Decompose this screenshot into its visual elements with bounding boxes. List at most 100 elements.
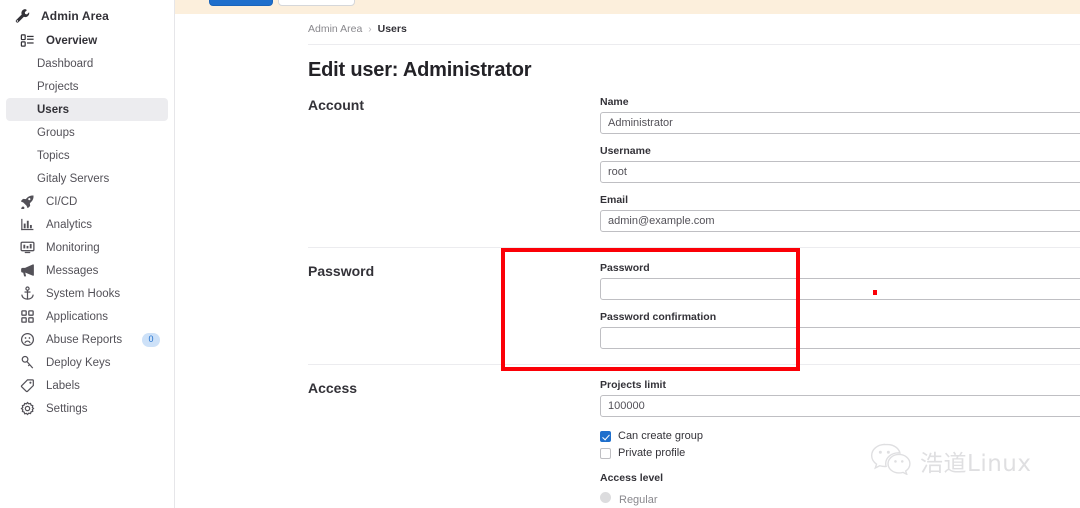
can-create-group-label: Can create group [618, 430, 703, 442]
primary-action-button[interactable] [209, 0, 273, 6]
access-level-regular-row[interactable]: Regular Regular users have access to the… [600, 490, 1080, 508]
key-icon [20, 355, 35, 370]
breadcrumb: Admin Area › Users [308, 14, 1080, 44]
sidebar-item-label: Projects [37, 80, 79, 93]
username-field-group: Username [600, 145, 1080, 183]
sidebar-item-label: Messages [46, 264, 99, 277]
wrench-icon [14, 8, 30, 24]
sidebar-item-users[interactable]: Users [6, 98, 168, 121]
overview-icon [20, 33, 35, 48]
sidebar-item-system-hooks[interactable]: System Hooks [6, 282, 168, 305]
admin-sidebar: Admin Area Overview Dashboard Projects U… [0, 0, 175, 508]
sidebar-item-label: Dashboard [37, 57, 94, 70]
sidebar-item-label: Users [37, 103, 69, 116]
sidebar-item-labels[interactable]: Labels [6, 374, 168, 397]
sidebar-item-label: Abuse Reports [46, 333, 123, 346]
sidebar-item-messages[interactable]: Messages [6, 259, 168, 282]
access-level-regular-label: Regular [619, 494, 658, 506]
email-field-group: Email [600, 194, 1080, 232]
anchor-icon [20, 286, 35, 301]
account-fields: Name Username Email [600, 96, 1080, 232]
sidebar-item-applications[interactable]: Applications [6, 305, 168, 328]
account-section-label: Account [308, 97, 364, 113]
gear-icon [20, 401, 35, 416]
breadcrumb-divider [308, 44, 1080, 45]
name-input[interactable] [600, 112, 1080, 134]
sidebar-item-label: Gitaly Servers [37, 172, 110, 185]
sidebar-item-label: System Hooks [46, 287, 121, 300]
password-section-label: Password [308, 263, 375, 279]
sidebar-item-label: CI/CD [46, 195, 78, 208]
sidebar-item-projects[interactable]: Projects [6, 75, 168, 98]
top-action-buttons [209, 0, 355, 6]
sidebar-item-dashboard[interactable]: Dashboard [6, 52, 168, 75]
sidebar-item-label: Monitoring [46, 241, 100, 254]
megaphone-icon [20, 263, 35, 278]
password-label: Password [600, 262, 650, 274]
access-section-label: Access [308, 380, 358, 396]
sidebar-item-topics[interactable]: Topics [6, 144, 168, 167]
sidebar-item-label: Deploy Keys [46, 356, 111, 369]
rocket-icon [20, 194, 35, 210]
sidebar-item-ci-cd[interactable]: CI/CD [6, 190, 168, 213]
sidebar-item-label: Topics [37, 149, 70, 162]
sidebar-item-label: Applications [46, 310, 109, 323]
sidebar-header-admin-area[interactable]: Admin Area [0, 3, 174, 29]
sidebar-item-deploy-keys[interactable]: Deploy Keys [6, 351, 168, 374]
password-field-group: Password [600, 262, 1080, 300]
email-label: Email [600, 194, 629, 206]
access-section: Access Projects limit Can create group P… [308, 365, 1080, 508]
sidebar-item-label: Overview [46, 34, 98, 47]
sidebar-header-label: Admin Area [41, 9, 109, 23]
sidebar-item-label: Settings [46, 402, 88, 415]
projects-limit-field-group: Projects limit [600, 379, 1080, 417]
name-field-group: Name [600, 96, 1080, 134]
password-section: Password Password Password confirmation [308, 248, 1080, 349]
password-fields: Password Password confirmation [600, 262, 1080, 349]
sidebar-item-settings[interactable]: Settings [6, 397, 168, 420]
password-confirmation-label: Password confirmation [600, 311, 717, 323]
projects-limit-input[interactable] [600, 395, 1080, 417]
access-level-title: Access level [600, 472, 664, 484]
screenshot-root: Admin Area Overview Dashboard Projects U… [0, 0, 1080, 508]
sidebar-item-analytics[interactable]: Analytics [6, 213, 168, 236]
private-profile-label: Private profile [618, 447, 686, 459]
breadcrumb-users[interactable]: Users [378, 23, 407, 35]
annotation-dot [873, 290, 877, 295]
access-level-regular-text: Regular Regular users have access to the… [619, 490, 864, 508]
sidebar-item-groups[interactable]: Groups [6, 121, 168, 144]
sidebar-item-overview[interactable]: Overview [6, 29, 168, 52]
bar-chart-icon [20, 217, 35, 232]
abuse-reports-count-badge: 0 [142, 332, 160, 347]
edit-user-form: Admin Area › Users Edit user: Administra… [308, 14, 1080, 508]
private-profile-row[interactable]: Private profile [600, 445, 1080, 461]
sidebar-item-label: Groups [37, 126, 75, 139]
sidebar-item-monitoring[interactable]: Monitoring [6, 236, 168, 259]
projects-limit-label: Projects limit [600, 379, 666, 391]
account-section: Account Name Username Email [308, 82, 1080, 232]
access-level-group: Access level Regular Regular users have … [600, 472, 1080, 508]
page-title: Edit user: Administrator [308, 59, 532, 81]
name-label: Name [600, 96, 629, 108]
email-input[interactable] [600, 210, 1080, 232]
sidebar-item-label: Labels [46, 379, 80, 392]
username-input[interactable] [600, 161, 1080, 183]
monitor-icon [20, 240, 35, 255]
password-confirmation-field-group: Password confirmation [600, 311, 1080, 349]
private-profile-checkbox[interactable] [600, 447, 611, 459]
main-content: Admin Area › Users Edit user: Administra… [175, 14, 1080, 508]
password-input[interactable] [600, 278, 1080, 300]
sidebar-item-label: Analytics [46, 218, 93, 231]
breadcrumb-admin-area[interactable]: Admin Area [308, 23, 362, 35]
access-fields: Projects limit Can create group Private … [600, 379, 1080, 508]
password-confirmation-input[interactable] [600, 327, 1080, 349]
can-create-group-checkbox[interactable] [600, 430, 611, 442]
username-label: Username [600, 145, 651, 157]
can-create-group-row[interactable]: Can create group [600, 428, 1080, 444]
applications-icon [20, 309, 35, 324]
access-level-regular-radio[interactable] [600, 492, 611, 503]
secondary-action-button[interactable] [278, 0, 355, 6]
chevron-right-icon: › [368, 23, 372, 35]
sidebar-item-abuse-reports[interactable]: Abuse Reports 0 [6, 328, 168, 351]
sidebar-item-gitaly-servers[interactable]: Gitaly Servers [6, 167, 168, 190]
